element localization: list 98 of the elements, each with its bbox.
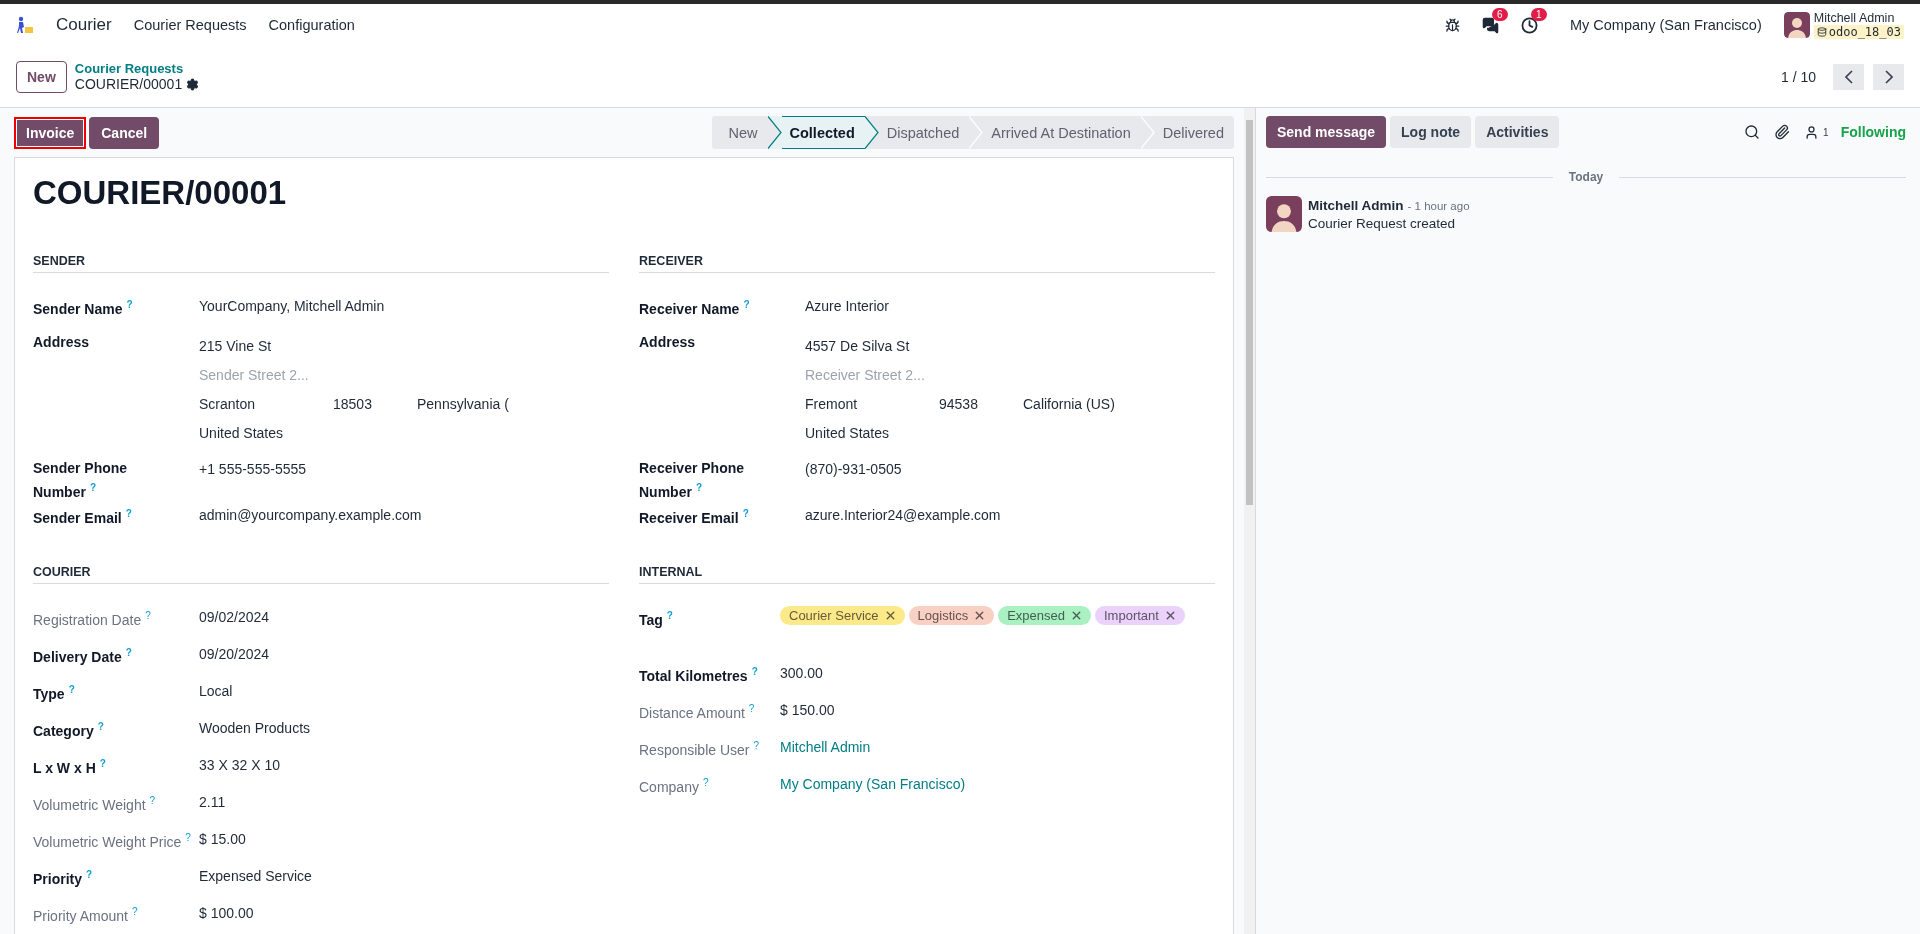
field-label: Sender Email $^{?}$ — [33, 506, 133, 528]
clock-icon[interactable] — [1520, 16, 1538, 34]
field-label: L x W x H $^{?}$ — [33, 756, 107, 778]
field-label: Category $^{?}$ — [33, 719, 105, 741]
field-label: Responsible User $^{?}$ — [639, 738, 761, 760]
field-value: admin@yourcompany.example.com — [199, 505, 423, 525]
new-button[interactable]: New — [16, 60, 67, 93]
menu-item[interactable]: Courier Requests — [133, 17, 247, 33]
breadcrumb-link[interactable]: Courier Requests — [74, 61, 200, 76]
field-label: Address — [639, 333, 697, 352]
field-value: $ 100.00 — [199, 903, 255, 923]
message-count: 6 — [1491, 7, 1508, 21]
field-label: Receiver Name $^{?}$ — [639, 298, 751, 319]
chevron-right-icon — [1884, 69, 1893, 84]
user-icon[interactable] — [1804, 124, 1820, 140]
database-badge: odoo_18_03 — [1813, 25, 1904, 39]
country-value: United States — [199, 424, 285, 443]
chat-icon[interactable] — [1481, 16, 1499, 34]
field-label: Registration Date $^{?}$ — [33, 608, 152, 630]
user-name[interactable]: Mitchell Admin — [1813, 11, 1895, 25]
message-body: Courier Request created — [1308, 215, 1457, 233]
zip-value: 94538 — [939, 395, 979, 414]
field-label: Receiver Phone Number $^{?}$ — [639, 459, 746, 502]
field-value: 09/20/2024 — [199, 644, 271, 664]
field-label: Priority $^{?}$ — [33, 867, 94, 889]
field-label: Total Kilometres $^{?}$ — [639, 664, 759, 686]
chatter-button[interactable]: Log note — [1390, 116, 1472, 148]
date-separator: Today — [1568, 170, 1604, 184]
action-button[interactable]: Invoice — [14, 116, 87, 149]
city-value: Scranton — [199, 395, 257, 414]
field-label: Type $^{?}$ — [33, 682, 76, 704]
field-value: azure.Interior24@example.com — [805, 505, 1002, 525]
field-value: Expensed Service — [199, 866, 313, 886]
street-value: 215 Vine St — [199, 337, 273, 356]
bug-icon[interactable] — [1444, 17, 1460, 33]
field-label: Sender Phone Number $^{?}$ — [33, 459, 129, 502]
field-label: Tag $^{?}$ — [639, 608, 674, 630]
pager-value[interactable]: 1 / 10 — [1780, 68, 1816, 85]
field-link[interactable]: My Company (San Francisco) — [780, 770, 966, 795]
chatter-button[interactable]: Activities — [1475, 116, 1560, 148]
activity-count: 1 — [1530, 7, 1547, 21]
field-label: Receiver Email $^{?}$ — [639, 506, 750, 528]
app-name[interactable]: Courier — [56, 15, 112, 35]
field-value: (870)-931-0505 — [805, 460, 903, 479]
field-value: Azure Interior — [805, 297, 891, 316]
avatar — [1783, 12, 1810, 38]
field-value: $ 150.00 — [780, 700, 836, 720]
stage-arrow-divider — [969, 116, 984, 149]
state-value: Pennsylvania ( — [417, 395, 510, 414]
field-label: Delivery Date $^{?}$ — [33, 645, 133, 667]
settings-icon[interactable] — [186, 77, 200, 91]
tag[interactable]: Important — [1095, 605, 1185, 625]
app-logo-icon[interactable] — [16, 16, 34, 34]
record-name: COURIER/00001 — [74, 76, 183, 92]
field-value: 300.00 — [780, 663, 824, 683]
message-time: - 1 hour ago — [1407, 200, 1470, 212]
field-value: $ 15.00 — [199, 829, 247, 849]
field-label: Priority Amount $^{?}$ — [33, 904, 139, 926]
city-value: Fremont — [805, 395, 859, 414]
section-title: RECEIVER — [639, 254, 1215, 273]
section-title: COURIER — [33, 564, 609, 584]
field-value: Local — [199, 681, 234, 701]
section-title: INTERNAL — [639, 564, 1215, 584]
field-label: Volumetric Weight $^{?}$ — [33, 793, 157, 815]
field-label: Address — [33, 333, 91, 352]
country-value: United States — [805, 424, 891, 443]
street-value: 4557 De Silva St — [805, 337, 911, 356]
field-label: Volumetric Weight Price $^{?}$ — [33, 830, 192, 852]
search-icon[interactable] — [1744, 124, 1761, 140]
paperclip-icon[interactable] — [1774, 124, 1791, 140]
field-value: 33 X 32 X 10 — [199, 755, 281, 775]
action-button[interactable]: Cancel — [89, 116, 160, 149]
menu-item[interactable]: Configuration — [268, 17, 355, 33]
field-value: +1 555-555-5555 — [199, 460, 308, 479]
zip-value: 18503 — [333, 395, 373, 414]
next-button[interactable] — [1873, 63, 1904, 90]
tag[interactable]: Logistics — [908, 605, 995, 625]
field-value: YourCompany, Mitchell Admin — [199, 297, 386, 316]
avatar — [1266, 196, 1302, 232]
previous-button[interactable] — [1833, 63, 1864, 90]
record-title: COURIER/00001 — [33, 174, 288, 212]
followers-count: 1 — [1823, 126, 1829, 138]
section-title: SENDER — [33, 254, 609, 273]
field-link[interactable]: Mitchell Admin — [780, 733, 871, 758]
field-label: Sender Name $^{?}$ — [33, 298, 134, 319]
field-value: Wooden Products — [199, 718, 312, 738]
tag[interactable]: Expensed — [998, 605, 1091, 625]
field-label: Distance Amount $^{?}$ — [639, 701, 756, 723]
scrollbar[interactable] — [1244, 108, 1255, 934]
tag[interactable]: Courier Service — [780, 605, 905, 625]
field-label: Company $^{?}$ — [639, 775, 710, 797]
chevron-left-icon — [1844, 69, 1853, 84]
message-author[interactable]: Mitchell Admin — [1308, 198, 1404, 213]
field-value: 2.11 — [199, 792, 227, 812]
state-value: California (US) — [1023, 395, 1116, 414]
company-switcher[interactable]: My Company (San Francisco) — [1569, 17, 1762, 33]
field-value: 09/02/2024 — [199, 607, 271, 627]
chatter-button[interactable]: Send message — [1266, 116, 1387, 148]
